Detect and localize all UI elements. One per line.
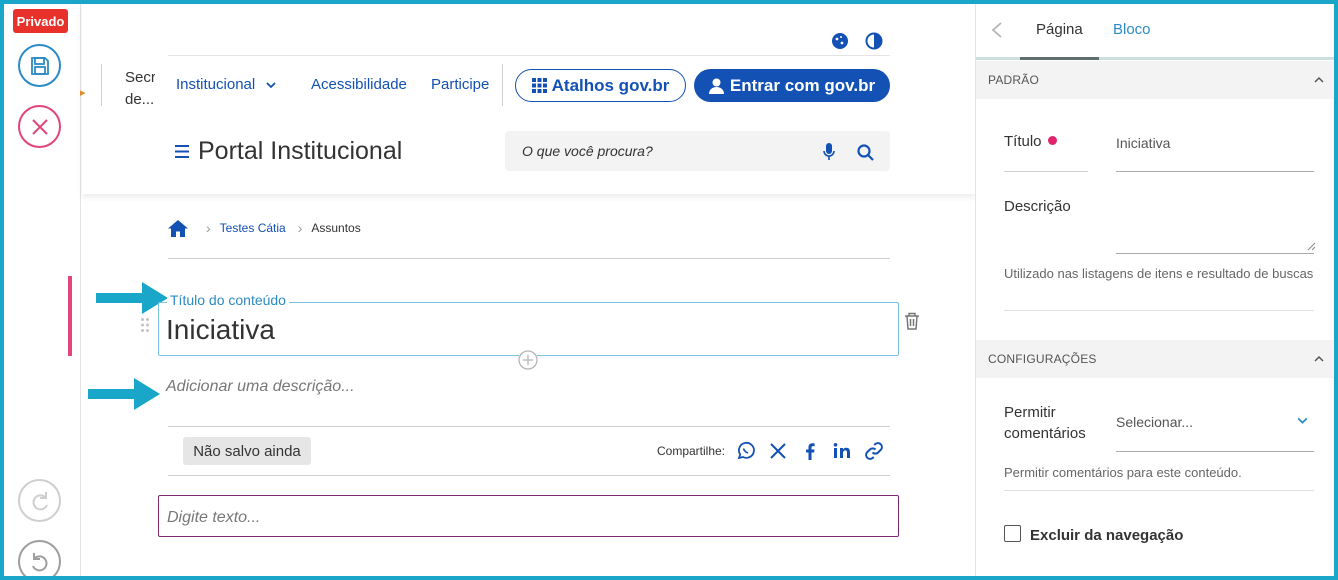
text-block-placeholder: Digite texto... (167, 509, 261, 526)
app-frame: Privado ▸ Secr... de... Institucional (4, 4, 1334, 576)
title-block-legend: Título do conteúdo (167, 292, 289, 308)
add-block-icon[interactable] (518, 350, 538, 370)
section-default-header[interactable]: PADRÃO (976, 61, 1334, 99)
field-divider (1004, 171, 1088, 172)
title-input[interactable]: Iniciativa (166, 314, 275, 346)
required-dot (1047, 136, 1057, 145)
grid-icon (531, 78, 547, 93)
x-twitter-icon[interactable] (768, 441, 788, 461)
contrast-icon[interactable] (865, 32, 883, 50)
content-area: ▸ Secr... de... Institucional Acessibili… (68, 4, 975, 576)
comments-select[interactable]: Selecionar... (1116, 414, 1314, 452)
facebook-icon[interactable] (800, 441, 820, 461)
save-icon (30, 56, 49, 75)
title-field-underline (1116, 171, 1314, 172)
search-input[interactable]: O que você procura? (505, 131, 890, 171)
portal-title[interactable]: Portal Institucional (175, 137, 402, 166)
description-input[interactable]: Adicionar uma descrição... (166, 378, 355, 396)
share-label: Compartilhe: (657, 444, 726, 458)
cookie-icon[interactable] (831, 32, 849, 50)
breadcrumb-divider (168, 258, 890, 259)
link-icon[interactable] (864, 441, 884, 461)
microphone-icon[interactable] (823, 143, 835, 161)
redo-icon (32, 491, 48, 510)
breadcrumb: › Testes Cátia › Assuntos (168, 216, 361, 240)
whatsapp-icon[interactable] (736, 441, 756, 461)
exclude-nav-checkbox[interactable] (1004, 525, 1021, 542)
chevron-up-icon (1314, 76, 1324, 83)
status-badge: Não salvo ainda (183, 437, 311, 465)
shortcuts-button[interactable]: Atalhos gov.br (515, 69, 686, 102)
portal-title-text: Portal Institucional (198, 137, 403, 165)
undo-icon (31, 552, 47, 571)
logo-mark: ▸ (80, 87, 86, 99)
menu-icon (175, 145, 189, 158)
chevron-up-icon (1314, 355, 1324, 362)
breadcrumb-separator: › (297, 220, 303, 236)
cancel-button[interactable] (18, 105, 61, 148)
exclude-nav-label[interactable]: Excluir da navegação (1030, 527, 1183, 544)
login-label: Entrar com gov.br (729, 75, 876, 95)
nav-institucional-label: Institucional (176, 76, 256, 93)
section-default-title: PADRÃO (988, 73, 1039, 87)
private-badge: Privado (13, 9, 68, 33)
meta-divider (168, 426, 890, 427)
org-name[interactable]: Secr... de... (125, 67, 155, 111)
nav-acessibilidade[interactable]: Acessibilidade (311, 76, 407, 93)
title-field-label: Título (1004, 133, 1057, 150)
search-icon[interactable] (857, 144, 874, 161)
home-icon[interactable] (168, 219, 188, 237)
linkedin-icon[interactable] (832, 441, 852, 461)
breadcrumb-item[interactable]: Testes Cátia (220, 221, 286, 235)
breadcrumb-current: Assuntos (311, 221, 361, 235)
undo-button[interactable] (18, 540, 61, 576)
nav-institucional[interactable]: Institucional (176, 76, 277, 93)
nav-participe[interactable]: Participe (431, 76, 489, 93)
resize-handle-icon[interactable] (1306, 241, 1316, 251)
settings-sidebar: Página Bloco PADRÃO Título Iniciativa De… (975, 4, 1334, 576)
sidebar-tabs: Página Bloco (976, 4, 1334, 60)
drag-handle-icon[interactable] (140, 317, 150, 333)
breadcrumb-separator: › (206, 220, 211, 236)
redo-button[interactable] (18, 479, 61, 522)
trash-icon[interactable] (904, 312, 920, 330)
arrow-icon (88, 378, 160, 410)
title-field[interactable]: Iniciativa (1116, 135, 1170, 151)
field-divider (1004, 490, 1314, 491)
user-icon (708, 78, 724, 94)
meta-divider (168, 475, 890, 476)
chevron-down-icon (1297, 417, 1308, 424)
title-field-label-text: Título (1004, 133, 1042, 150)
site-header: ▸ Secr... de... Institucional Acessibili… (80, 4, 975, 194)
search-placeholder: O que você procura? (522, 143, 653, 159)
close-icon (31, 118, 48, 135)
shortcuts-label: Atalhos gov.br (551, 75, 670, 95)
description-field[interactable] (1116, 253, 1314, 254)
description-help-text: Utilizado nas listagens de itens e resul… (1004, 266, 1314, 281)
header-separator (502, 64, 503, 106)
comments-select-underline (1116, 451, 1314, 452)
field-divider (1004, 310, 1314, 311)
header-separator (101, 64, 102, 106)
comments-help-text: Permitir comentários para este conteúdo. (1004, 465, 1242, 480)
header-divider (168, 55, 890, 56)
tab-bloco[interactable]: Bloco (1113, 21, 1151, 38)
comments-select-value: Selecionar... (1116, 414, 1194, 430)
description-field-label: Descrição (1004, 198, 1071, 215)
tab-pagina[interactable]: Página (1036, 21, 1083, 38)
save-button[interactable] (18, 44, 61, 87)
active-tab-indicator (1020, 57, 1099, 60)
login-button[interactable]: Entrar com gov.br (694, 69, 890, 102)
comments-field-label: Permitir comentários (1004, 404, 1086, 442)
chevron-down-icon (266, 81, 276, 88)
chevron-left-icon[interactable] (990, 21, 1004, 39)
text-block[interactable]: Digite texto... (158, 495, 899, 537)
section-settings-header[interactable]: CONFIGURAÇÕES (976, 340, 1334, 378)
section-settings-title: CONFIGURAÇÕES (988, 352, 1097, 366)
selected-block-indicator (68, 276, 72, 356)
